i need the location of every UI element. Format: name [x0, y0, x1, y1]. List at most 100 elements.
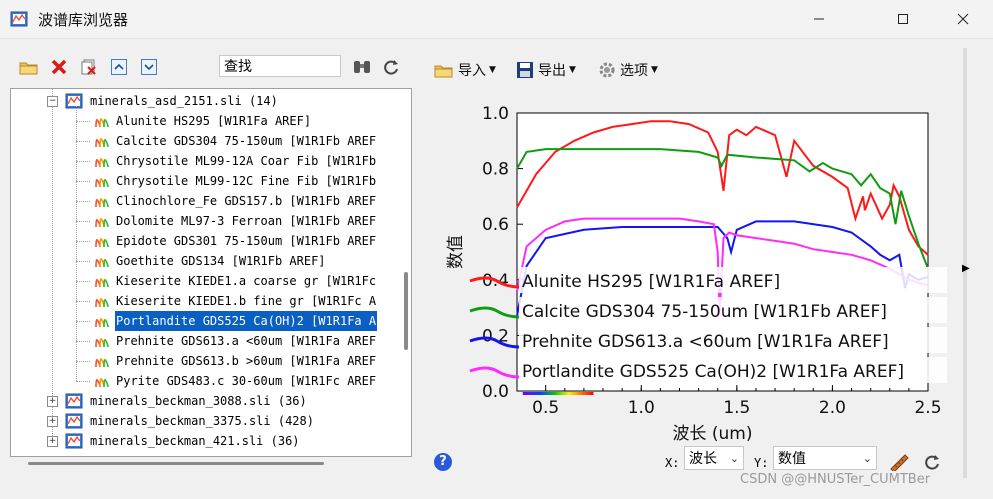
spectrum-rainbow-icon	[95, 278, 109, 288]
spectrum-rainbow-icon	[95, 218, 109, 228]
tree-library-node[interactable]: + minerals_beckman_3375.sli (428)	[11, 411, 411, 431]
x-axis-select-value: 波长	[689, 451, 717, 467]
watermark-text: CSDN @@HNUSTer_CUMTBer	[740, 472, 931, 487]
spectrum-rainbow-icon	[95, 318, 109, 328]
x-axis-select[interactable]: 波长 ⌄	[684, 446, 744, 470]
move-down-button[interactable]	[138, 56, 160, 78]
open-library-button[interactable]	[18, 56, 40, 78]
close-button[interactable]	[940, 0, 986, 38]
tree-connector-line	[76, 261, 90, 262]
tree-spectrum-item[interactable]: Prehnite GDS613.a <60um [W1R1Fa AREF	[11, 331, 411, 351]
tree-spectrum-label: Dolomite ML97-3 Ferroan [W1R1Fb AREF	[116, 214, 377, 228]
tree-spectrum-label: Prehnite GDS613.a <60um [W1R1Fa AREF	[116, 334, 377, 348]
legend-label: Calcite GDS304 75-150um [W1R1Fb AREF]	[522, 302, 887, 322]
tree-spectrum-item[interactable]: Prehnite GDS613.b >60um [W1R1Fa AREF	[11, 351, 411, 371]
tree-spectrum-item[interactable]: Portlandite GDS525 Ca(OH)2 [W1R1Fa A	[11, 311, 411, 331]
legend-swatch	[469, 366, 520, 379]
expand-toggle-icon[interactable]: +	[47, 396, 58, 407]
find-button[interactable]	[351, 56, 373, 78]
options-menu-label: 选项	[620, 63, 648, 79]
minimize-icon	[814, 18, 824, 20]
tree-library-node[interactable]: + minerals_beckman_421.sli (36)	[11, 431, 411, 451]
tree-connector-line	[76, 301, 90, 302]
tree-spectrum-label: Calcite GDS304 75-150um [W1R1Fb AREF	[116, 134, 377, 148]
legend-label: Portlandite GDS525 Ca(OH)2 [W1R1Fa AREF]	[522, 362, 904, 382]
tree-connector-line	[76, 321, 90, 322]
tree-connector-line	[76, 201, 90, 202]
axis-scale-button[interactable]	[888, 450, 910, 472]
window-title: 波谱库浏览器	[38, 11, 129, 29]
move-up-button[interactable]	[108, 56, 130, 78]
minimize-button[interactable]	[796, 0, 842, 38]
delete-x-icon	[51, 59, 67, 75]
export-menu[interactable]: 导出 ▼	[516, 58, 576, 82]
tree-spectrum-item[interactable]: Kieserite KIEDE1.b fine gr [W1R1Fc A	[11, 291, 411, 311]
tree-library-label: minerals_beckman_3375.sli (428)	[90, 414, 314, 428]
tree-spectrum-item[interactable]: Alunite HS295 [W1R1Fa AREF]	[11, 111, 411, 131]
tree-spectrum-item[interactable]: Clinochlore_Fe GDS157.b [W1R1Fb AREF	[11, 191, 411, 211]
legend-swatch	[469, 306, 520, 319]
tree-spectrum-label: Pyrite GDS483.c 30-60um [W1R1Fc AREF	[116, 374, 377, 388]
tree-spectrum-item[interactable]: Goethite GDS134 [W1R1Fb AREF]	[11, 251, 411, 271]
spectrum-rainbow-icon	[95, 118, 109, 128]
spectrum-rainbow-icon	[95, 238, 109, 248]
tree-vertical-scrollbar[interactable]	[404, 272, 408, 350]
spectral-library-icon	[65, 93, 83, 109]
tree-library-node[interactable]: + minerals_beckman_3088.sli (36)	[11, 391, 411, 411]
save-disk-icon	[517, 62, 533, 78]
remove-all-button[interactable]	[78, 56, 100, 78]
y-tick-label: 0.8	[482, 160, 509, 180]
spectral-library-icon	[65, 433, 83, 449]
import-menu[interactable]: 导入 ▼	[434, 58, 496, 82]
dropdown-arrow-icon: ▼	[569, 65, 576, 75]
tree-connector-line	[76, 161, 90, 162]
tree-spectrum-item[interactable]: Pyrite GDS483.c 30-60um [W1R1Fc AREF	[11, 371, 411, 391]
expand-toggle-icon[interactable]: +	[47, 436, 58, 447]
x-tick-label: 0.5	[532, 398, 559, 418]
refresh-tree-button[interactable]	[380, 56, 402, 78]
expand-down-icon	[141, 59, 157, 75]
tree-spectrum-item[interactable]: Chrysotile ML99-12C Fine Fib [W1R1Fb	[11, 171, 411, 191]
y-axis-select[interactable]: 数值 ⌄	[773, 446, 877, 470]
expand-panel-arrow-icon[interactable]: ▶	[962, 258, 974, 280]
tree-library-node[interactable]: − minerals_asd_2151.sli (14)	[11, 91, 411, 111]
spectral-library-icon	[10, 11, 28, 27]
tree-connector-line	[76, 106, 77, 381]
tree-horizontal-scrollbar[interactable]	[28, 462, 324, 465]
tree-connector-line	[76, 381, 90, 382]
ruler-icon	[890, 454, 909, 471]
spectrum-rainbow-icon	[95, 378, 109, 388]
refresh-plot-button[interactable]	[921, 451, 943, 473]
spectral-library-icon	[65, 393, 83, 409]
expand-toggle-icon[interactable]: +	[47, 416, 58, 427]
spectrum-plot[interactable]: 0.5 1.0 1.5 2.0 2.50.00.20.40.60.81.0Alunite…	[425, 92, 965, 452]
tree-spectrum-item[interactable]: Calcite GDS304 75-150um [W1R1Fb AREF	[11, 131, 411, 151]
tree-spectrum-item[interactable]: Kieserite KIEDE1.a coarse gr [W1R1Fc	[11, 271, 411, 291]
tree-spectrum-item[interactable]: Epidote GDS301 75-150um [W1R1Fb AREF	[11, 231, 411, 251]
y-tick-label: 0.0	[482, 382, 509, 402]
options-menu[interactable]: 选项 ▼	[598, 58, 658, 82]
delete-button[interactable]	[48, 56, 70, 78]
tree-connector-line	[76, 361, 90, 362]
spectrum-rainbow-icon	[95, 178, 109, 188]
delete-documents-icon	[81, 59, 96, 75]
open-folder-icon	[434, 65, 453, 78]
y-tick-label: 0.6	[482, 215, 509, 235]
refresh-icon	[384, 60, 398, 75]
tree-spectrum-item[interactable]: Dolomite ML97-3 Ferroan [W1R1Fb AREF	[11, 211, 411, 231]
visible-spectrum-bar	[522, 392, 594, 395]
collapse-toggle-icon[interactable]: −	[47, 96, 58, 107]
search-input[interactable]	[219, 55, 341, 77]
maximize-button[interactable]	[880, 0, 926, 38]
tree-spectrum-label: Alunite HS295 [W1R1Fa AREF]	[116, 114, 312, 128]
library-tree[interactable]: − minerals_asd_2151.sli (14) Alunite HS295…	[10, 88, 412, 457]
help-icon[interactable]: ?	[434, 453, 452, 471]
dropdown-arrow-icon: ▼	[489, 65, 496, 75]
tree-library-label: minerals_beckman_3088.sli (36)	[90, 394, 307, 408]
refresh-icon	[925, 455, 939, 470]
spectrum-rainbow-icon	[95, 298, 109, 308]
tree-spectrum-item[interactable]: Chrysotile ML99-12A Coar Fib [W1R1Fb	[11, 151, 411, 171]
dropdown-arrow-icon: ▼	[651, 65, 658, 75]
title-bar: 波谱库浏览器	[0, 0, 993, 39]
chevron-down-icon: ⌄	[862, 452, 872, 465]
